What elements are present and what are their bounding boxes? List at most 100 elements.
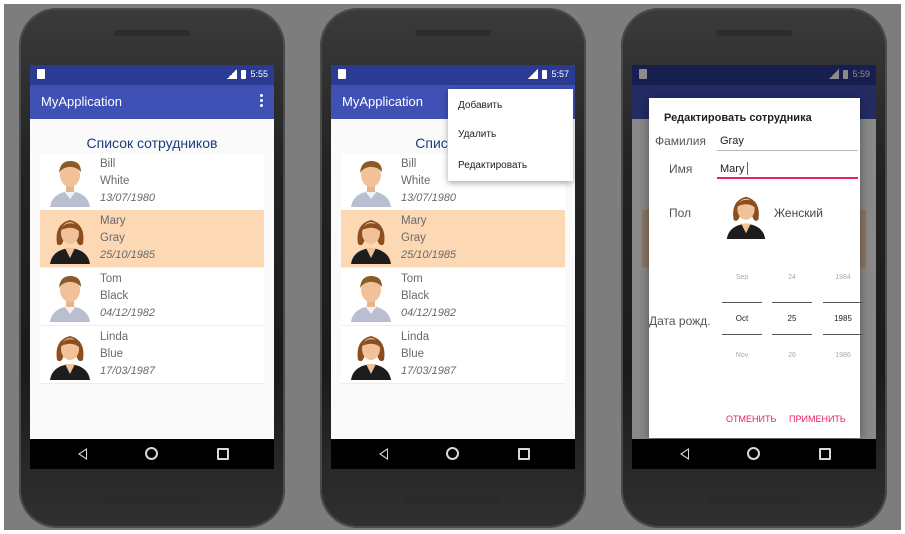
list-item[interactable]: Tom Black 04/12/1982: [40, 268, 264, 326]
picker-prev[interactable]: 24: [772, 274, 812, 281]
first-name: Bill: [100, 158, 116, 170]
female-avatar-icon: [347, 330, 395, 380]
year-next[interactable]: 1986: [823, 352, 863, 359]
picker-current[interactable]: 25: [772, 314, 812, 323]
male-avatar-icon: [46, 157, 94, 207]
picker-current[interactable]: Oct: [722, 314, 762, 323]
first-name: Tom: [401, 273, 423, 285]
male-avatar-icon: [347, 272, 395, 322]
first-name: Tom: [100, 273, 122, 285]
menu-item-delete[interactable]: Удалить: [458, 129, 496, 140]
screen: 5:55 MyApplication Список сотрудников Bi…: [30, 65, 274, 469]
screen: 5:59 Редактировать сотрудника Фамилия Gr…: [632, 65, 876, 469]
picker-next[interactable]: 26: [772, 352, 812, 359]
menu-item-add[interactable]: Добавить: [458, 100, 502, 111]
sd-card-icon: [338, 69, 346, 79]
gender-value[interactable]: Женский: [774, 206, 823, 220]
phone-3: 5:59 Редактировать сотрудника Фамилия Gr…: [621, 8, 887, 528]
list-item[interactable]: Tom Black 04/12/1982: [341, 268, 565, 326]
back-triangle-icon[interactable]: [379, 448, 388, 460]
recent-square-icon[interactable]: [518, 448, 530, 460]
list-item[interactable]: Bill White 13/07/1980: [40, 153, 264, 211]
gender-label: Пол: [669, 206, 692, 220]
surname-underline: [717, 150, 858, 151]
surname-label: Фамилия: [655, 134, 706, 148]
speaker-grille: [405, 496, 501, 504]
back-triangle-icon[interactable]: [680, 448, 689, 460]
last-name: Blue: [100, 348, 124, 360]
male-avatar-icon: [347, 157, 395, 207]
nav-bar: [632, 439, 876, 469]
overflow-dots-icon[interactable]: [260, 94, 264, 107]
status-bar: 5:55: [30, 65, 274, 85]
speaker-grille: [415, 30, 491, 36]
birth-date: 25/10/1985: [100, 249, 156, 261]
speaker-grille: [706, 496, 802, 504]
last-name: Gray: [100, 232, 125, 244]
birth-date: 17/03/1987: [100, 365, 156, 377]
male-avatar-icon: [46, 272, 94, 322]
name-field[interactable]: Mary: [720, 163, 744, 175]
status-time: 5:55: [250, 69, 268, 79]
recent-square-icon[interactable]: [217, 448, 229, 460]
overflow-menu: Добавить Удалить Редактировать: [448, 89, 573, 181]
screen: 5:57 MyApplication Список со Bill White …: [331, 65, 575, 469]
first-name: Mary: [401, 215, 427, 227]
year-current[interactable]: 1985: [823, 314, 863, 323]
list-item-selected[interactable]: Mary Gray 25/10/1985: [341, 210, 565, 268]
last-name: Black: [401, 290, 430, 302]
home-circle-icon[interactable]: [747, 447, 760, 460]
birth-date: 25/10/1985: [401, 249, 457, 261]
app-title: MyApplication: [41, 94, 122, 109]
surname-field[interactable]: Gray: [720, 135, 744, 147]
cancel-button[interactable]: ОТМЕНИТЬ: [726, 414, 776, 424]
speaker-grille: [114, 30, 190, 36]
picker-divider: [823, 334, 863, 335]
last-name: White: [401, 175, 431, 187]
speaker-grille: [104, 496, 200, 504]
month-next[interactable]: Nov: [722, 352, 762, 359]
list-item[interactable]: Linda Blue 17/03/1987: [341, 326, 565, 384]
list-item[interactable]: Linda Blue 17/03/1987: [40, 326, 264, 384]
name-label: Имя: [669, 162, 693, 176]
list-title: Список сотрудников: [86, 135, 218, 151]
picker-prev[interactable]: Sep: [722, 274, 762, 281]
home-circle-icon[interactable]: [145, 447, 158, 460]
female-avatar-icon: [46, 214, 94, 264]
picker-next[interactable]: Nov: [722, 352, 762, 359]
picker-divider: [722, 334, 762, 335]
phone-1: 5:55 MyApplication Список сотрудников Bi…: [19, 8, 285, 528]
first-name: Linda: [100, 331, 129, 343]
birth-date: 13/07/1980: [100, 192, 156, 204]
birth-date: 17/03/1987: [401, 365, 457, 377]
app-bar: MyApplication: [30, 85, 274, 119]
female-avatar-icon[interactable]: [723, 191, 769, 239]
back-triangle-icon[interactable]: [78, 448, 87, 460]
month-picker[interactable]: Sep: [722, 274, 762, 281]
year-picker[interactable]: 1984: [823, 274, 863, 281]
female-avatar-icon: [46, 330, 94, 380]
apply-button[interactable]: ПРИМЕНИТЬ: [789, 414, 846, 424]
list-item-selected[interactable]: Mary Gray 25/10/1985: [40, 210, 264, 268]
phone-2: 5:57 MyApplication Список со Bill White …: [320, 8, 586, 528]
day-current[interactable]: 25: [772, 314, 812, 323]
last-name: Gray: [401, 232, 426, 244]
first-name: Bill: [401, 158, 417, 170]
sd-card-icon: [37, 69, 45, 79]
recent-square-icon[interactable]: [819, 448, 831, 460]
battery-icon: [241, 69, 247, 79]
picker-divider: [823, 302, 863, 303]
picker-current[interactable]: 1985: [823, 314, 863, 323]
month-current[interactable]: Oct: [722, 314, 762, 323]
status-bar: 5:57: [331, 65, 575, 85]
picker-prev[interactable]: 1984: [823, 274, 863, 281]
day-next[interactable]: 26: [772, 352, 812, 359]
birth-date: 04/12/1982: [401, 307, 457, 319]
day-picker[interactable]: 24: [772, 274, 812, 281]
picker-next[interactable]: 1986: [823, 352, 863, 359]
menu-item-edit[interactable]: Редактировать: [458, 160, 527, 171]
last-name: Blue: [401, 348, 425, 360]
home-circle-icon[interactable]: [446, 447, 459, 460]
last-name: White: [100, 175, 130, 187]
signal-icon: [227, 69, 238, 79]
